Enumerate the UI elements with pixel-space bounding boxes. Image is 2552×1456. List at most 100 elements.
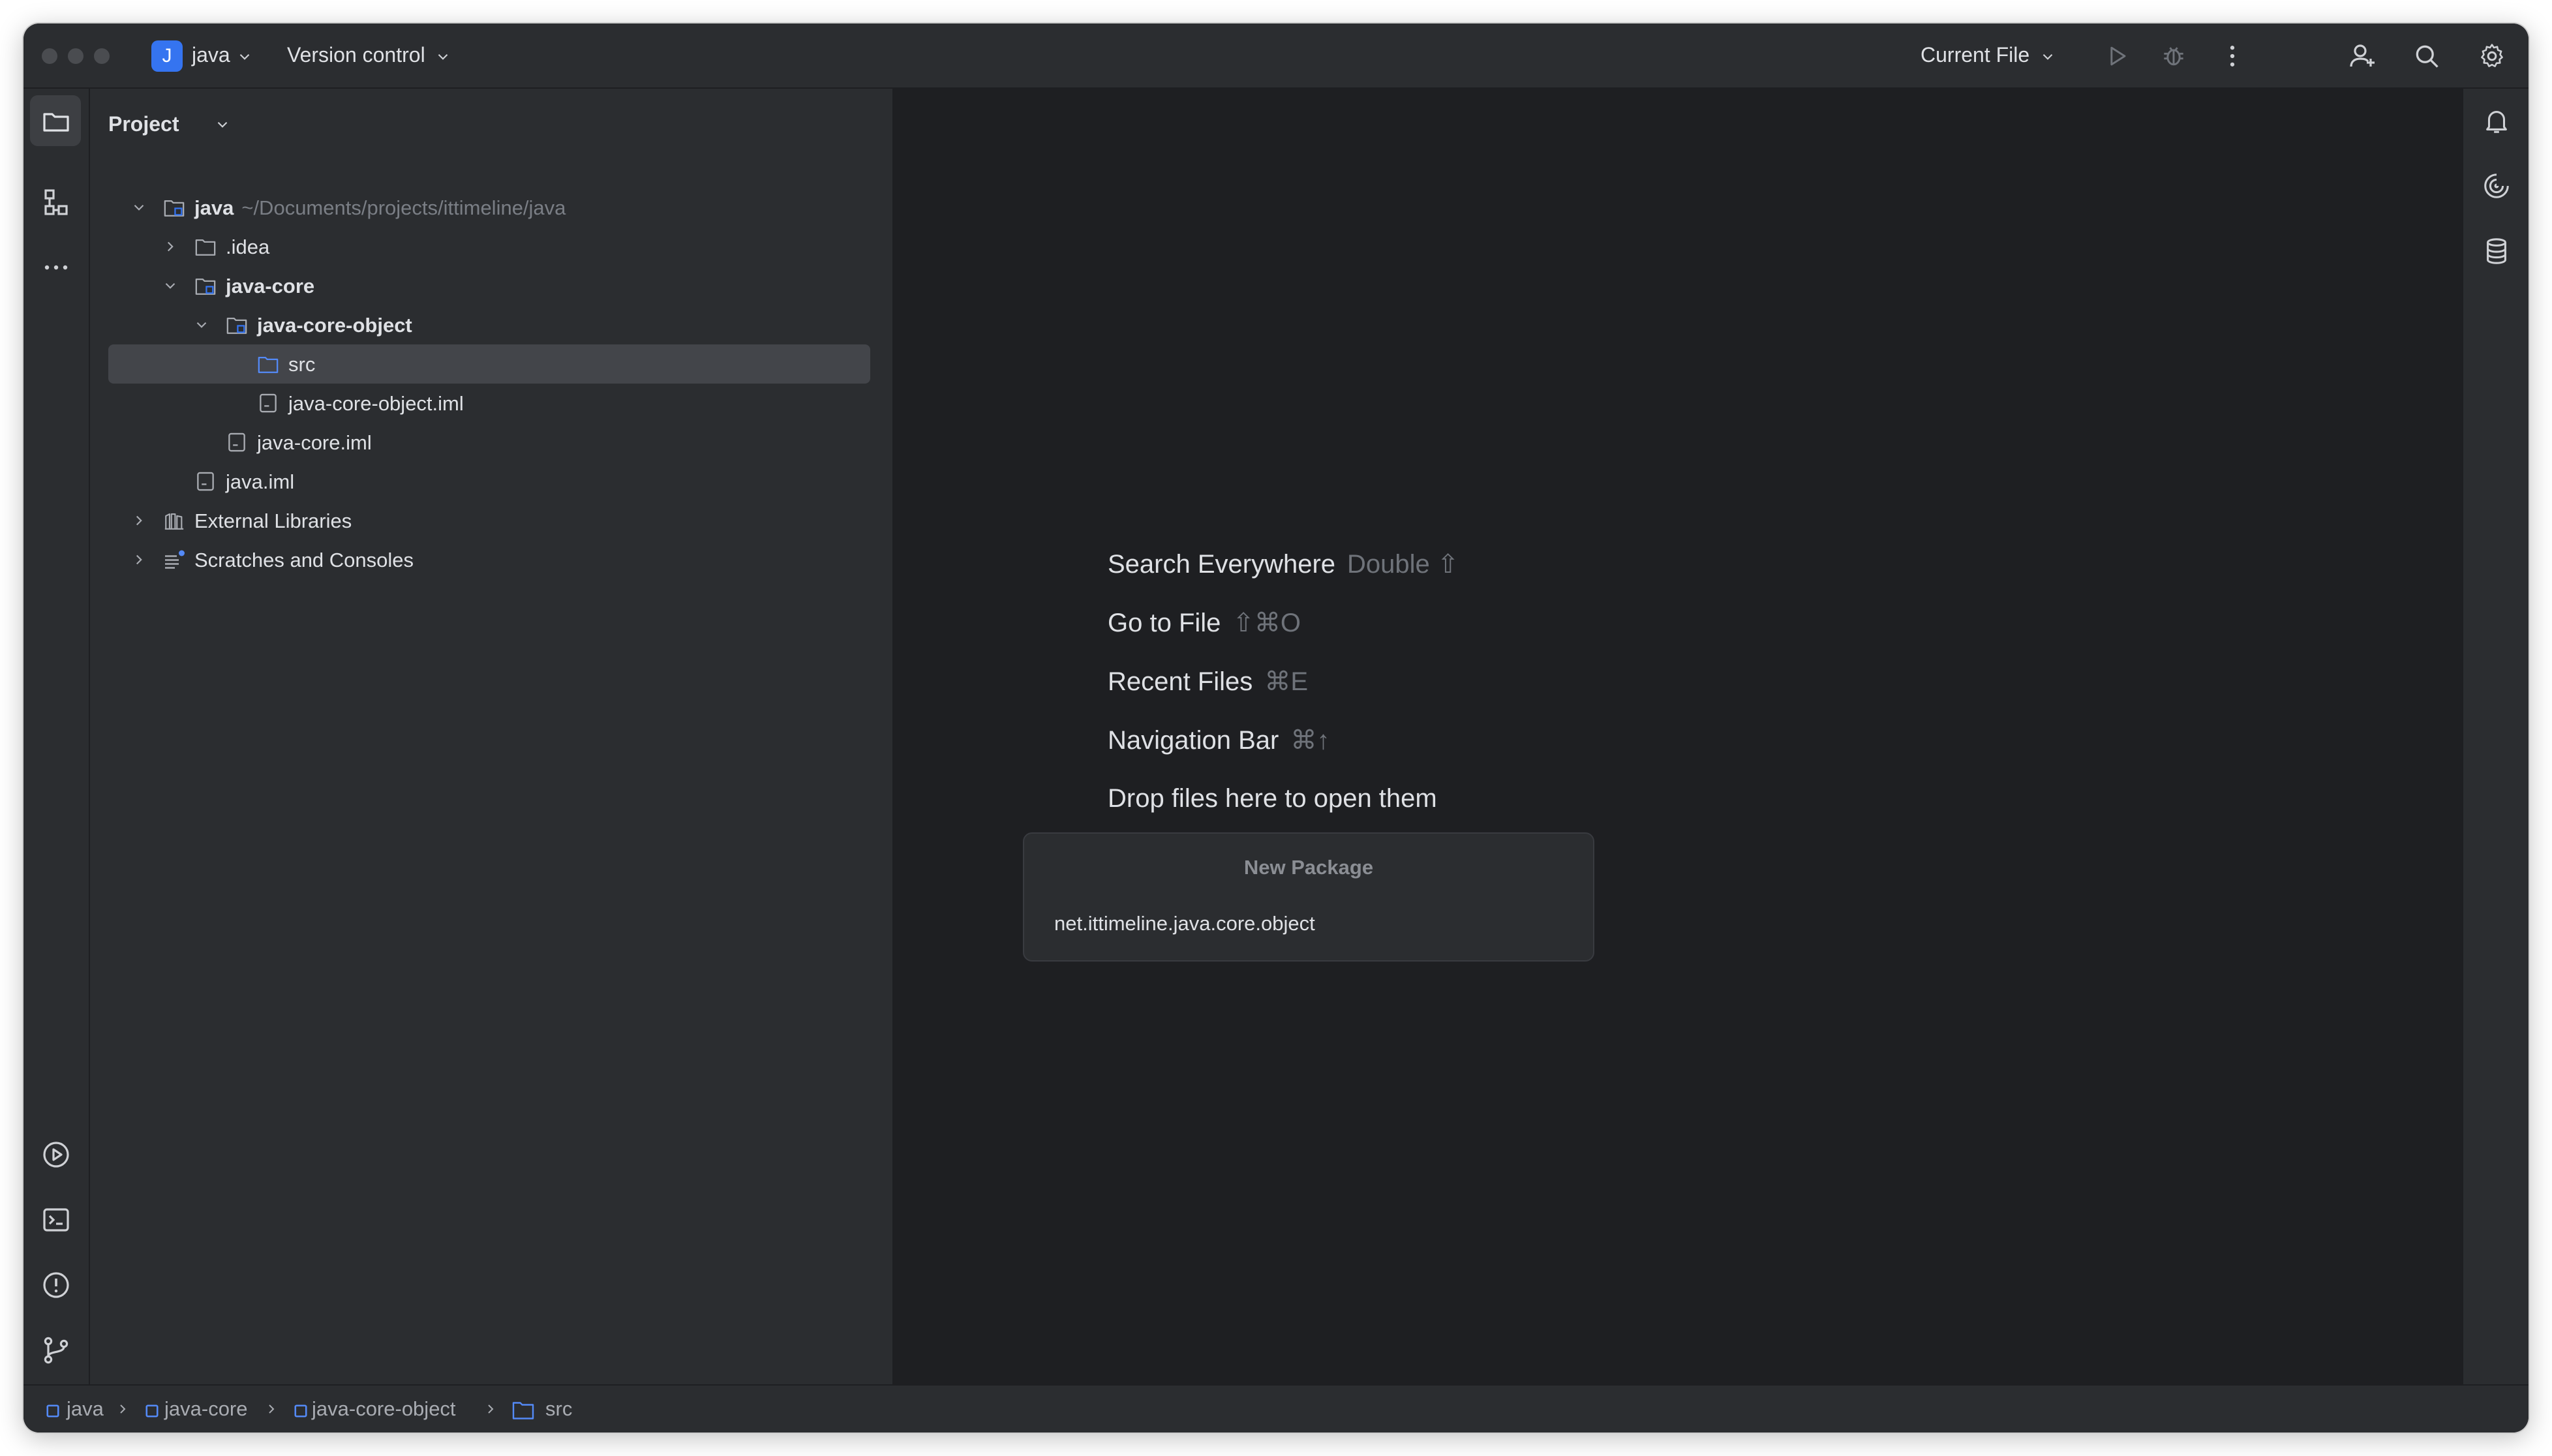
notifications-bell-icon[interactable] (2482, 106, 2512, 136)
tree-label: java-core.iml (257, 431, 372, 454)
hint-shortcut: Double ⇧ (1347, 550, 1459, 579)
close-window-button[interactable] (42, 48, 57, 64)
problems-icon[interactable] (40, 1269, 72, 1301)
chevron-down-icon[interactable] (193, 316, 210, 333)
chevron-down-icon[interactable] (130, 199, 147, 216)
tree-node-java-core-object-iml[interactable]: java-core-object.iml (90, 384, 892, 423)
add-user-icon[interactable] (2347, 40, 2378, 72)
tree-node-java-iml[interactable]: java.iml (90, 462, 892, 501)
hint-shortcut: ⌘↑ (1290, 726, 1330, 755)
more-options-icon[interactable] (2218, 42, 2247, 70)
run-icon[interactable] (2103, 42, 2132, 70)
tree-label: java (194, 196, 234, 219)
debug-icon[interactable] (2159, 42, 2188, 70)
hint-search-everywhere[interactable]: Search Everywhere Double ⇧ (1108, 549, 1459, 579)
selection-highlight (108, 344, 870, 384)
package-name-input[interactable]: net.ittimeline.java.core.object (1054, 912, 1315, 935)
version-control-menu[interactable]: Version control (287, 43, 425, 67)
hint-drop-files: Drop files here to open them (1108, 784, 1437, 813)
hint-shortcut: ⌘E (1264, 667, 1308, 696)
popup-title: New Package (1243, 856, 1374, 879)
chevron-down-icon[interactable] (214, 116, 231, 133)
terminal-icon[interactable] (40, 1204, 72, 1236)
editor-empty-area: Search Everywhere Double ⇧ Go to File ⇧⌘O … (894, 89, 2462, 1408)
settings-gear-icon[interactable] (2478, 42, 2506, 70)
structure-icon[interactable] (40, 187, 72, 218)
tree-node-scratches[interactable]: Scratches and Consoles (90, 540, 892, 579)
tree-node-external-libraries[interactable]: External Libraries (90, 501, 892, 540)
tree-node-java-core[interactable]: java-core (90, 266, 892, 305)
hint-label: Search Everywhere (1108, 550, 1336, 579)
breadcrumb-java-core[interactable]: java-core (164, 1397, 248, 1421)
source-folder-icon (511, 1399, 535, 1421)
breadcrumb-java-core-object[interactable]: java-core-object (312, 1397, 456, 1421)
module-icon (46, 1404, 60, 1418)
chevron-right-icon[interactable] (162, 238, 179, 255)
run-configuration-selector[interactable]: Current File (1921, 43, 2029, 67)
chevron-right-icon (115, 1401, 130, 1417)
breadcrumb-java[interactable]: java (67, 1397, 104, 1421)
chevron-down-icon[interactable] (2039, 48, 2056, 65)
source-folder-icon (257, 354, 279, 374)
iml-file-icon (227, 432, 247, 453)
hint-label: Recent Files (1108, 667, 1253, 696)
chevron-right-icon[interactable] (130, 551, 147, 568)
new-package-popup: New Package net.ittimeline.java.core.obj… (1023, 832, 1594, 962)
tree-label: java-core (226, 275, 315, 297)
library-icon (163, 510, 185, 531)
left-tool-strip (23, 89, 90, 1408)
hint-label: Go to File (1108, 609, 1221, 637)
zoom-window-button[interactable] (94, 48, 110, 64)
module-folder-icon (226, 314, 248, 335)
more-tools-icon[interactable] (40, 252, 72, 283)
tree-label: java-core-object (257, 314, 412, 337)
tree-label: java-core-object.iml (288, 392, 464, 415)
run-tool-icon[interactable] (40, 1139, 72, 1170)
project-tool-window: Project java ~/Documents/projects/ittimel… (90, 89, 894, 1408)
ide-window: J java Version control Current File Proj… (23, 23, 2529, 1433)
tree-node-java-core-object[interactable]: java-core-object (90, 305, 892, 344)
right-tool-strip (2462, 89, 2529, 1408)
title-bar: J java Version control Current File (23, 23, 2529, 89)
ai-assistant-icon[interactable] (2482, 171, 2512, 201)
tree-label: src (288, 353, 316, 376)
git-branch-icon[interactable] (40, 1335, 72, 1366)
hint-navigation-bar[interactable]: Navigation Bar ⌘↑ (1108, 725, 1329, 755)
tree-node-src[interactable]: src (90, 344, 892, 384)
chevron-down-icon[interactable] (434, 48, 451, 65)
chevron-down-icon[interactable] (236, 48, 253, 65)
tree-node-java-core-iml[interactable]: java-core.iml (90, 423, 892, 462)
iml-file-icon (258, 393, 278, 414)
tree-label: External Libraries (194, 509, 352, 532)
folder-icon (194, 236, 217, 257)
project-panel-title[interactable]: Project (108, 112, 179, 136)
chevron-down-icon[interactable] (162, 277, 179, 294)
hint-label: Drop files here to open them (1108, 784, 1437, 813)
project-selector[interactable]: java (192, 43, 230, 67)
chevron-right-icon[interactable] (130, 512, 147, 529)
tree-label: Scratches and Consoles (194, 549, 414, 571)
tree-path: ~/Documents/projects/ittimeline/java (241, 196, 566, 219)
iml-file-icon (196, 471, 215, 492)
chevron-right-icon (264, 1401, 279, 1417)
hint-recent-files[interactable]: Recent Files ⌘E (1108, 667, 1308, 697)
project-folder-icon[interactable] (40, 106, 72, 137)
breadcrumb-src[interactable]: src (545, 1397, 572, 1421)
chevron-right-icon (483, 1401, 498, 1417)
database-icon[interactable] (2482, 236, 2512, 266)
hint-go-to-file[interactable]: Go to File ⇧⌘O (1108, 608, 1301, 638)
module-folder-icon (194, 275, 217, 296)
module-icon (145, 1404, 159, 1418)
tree-node-idea[interactable]: .idea (90, 227, 892, 266)
scratches-icon (163, 548, 187, 570)
minimize-window-button[interactable] (68, 48, 84, 64)
hint-shortcut: ⇧⌘O (1232, 609, 1301, 637)
module-folder-icon (163, 197, 185, 218)
tree-node-java[interactable]: java ~/Documents/projects/ittimeline/java (90, 188, 892, 227)
search-icon[interactable] (2412, 42, 2441, 70)
tree-label: .idea (226, 235, 270, 258)
project-badge[interactable]: J (151, 40, 183, 72)
navigation-breadcrumb-bar: java java-core java-core-object src (23, 1384, 2529, 1433)
hint-label: Navigation Bar (1108, 726, 1279, 755)
tree-label: java.iml (226, 470, 295, 493)
